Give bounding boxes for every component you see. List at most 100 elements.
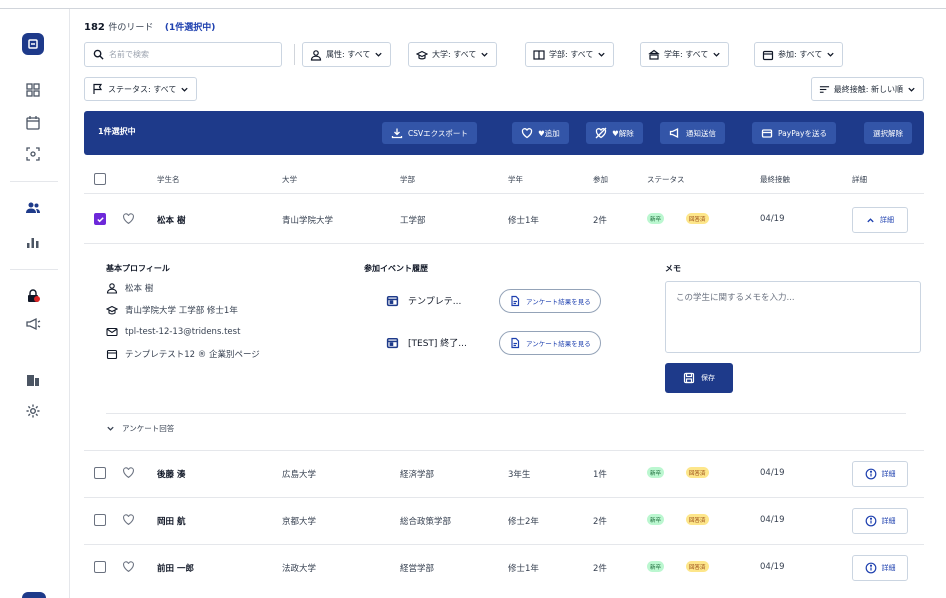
column-header[interactable]: 大学: [282, 174, 297, 185]
favorite-heart-icon[interactable]: [122, 212, 135, 225]
faculty-cell: 経営学部: [400, 564, 435, 574]
students-icon[interactable]: [24, 199, 42, 217]
chevron-down-icon: [598, 52, 606, 57]
favorite-add-button[interactable]: ♥追加: [512, 122, 569, 144]
event-name: テンプレテ...: [408, 297, 462, 307]
detail-collapse-button[interactable]: 詳細: [852, 207, 908, 233]
chevron-down-icon: [481, 52, 489, 57]
survey-result-button[interactable]: アンケート結果を見る: [499, 331, 601, 355]
row-checkbox[interactable]: [94, 213, 106, 225]
event-name: [TEST] 終了...: [408, 339, 467, 349]
table-row[interactable]: 前田 一郎 法政大学 経営学部 修士1年 2件 新卒 回答済 04/19 詳細: [84, 545, 924, 591]
year-cell: 修士1年: [508, 216, 539, 226]
survey-answers-toggle[interactable]: アンケート回答: [106, 423, 174, 434]
scan-icon[interactable]: [24, 145, 42, 163]
profile-email: tpl-test-12-13@tridens.test: [106, 326, 240, 338]
filter-grade[interactable]: 学年: すべて: [640, 42, 730, 67]
table-row[interactable]: 後藤 湊 広島大学 経済学部 3年生 1件 新卒 回答済 04/19 詳細: [84, 451, 924, 497]
detail-label: 詳細: [881, 564, 896, 572]
table-row[interactable]: 岡田 航 京都大学 総合政策学部 修士2年 2件 新卒 回答済 04/19 詳細: [84, 498, 924, 544]
save-memo-button[interactable]: 保存: [665, 363, 733, 393]
settings-gear-icon[interactable]: [24, 402, 42, 420]
user-avatar[interactable]: [22, 592, 46, 598]
column-header[interactable]: ステータス: [647, 174, 685, 185]
lead-count: 182: [84, 22, 105, 33]
chevron-down-icon: [181, 87, 189, 92]
column-header[interactable]: 学部: [400, 174, 415, 185]
main-content: 182 件のリード (1件選択中) 名前で検索 属性: すべて 大学: すべて …: [70, 9, 946, 598]
faculty-cell: 工学部: [400, 216, 426, 226]
filter-university[interactable]: 大学: すべて: [408, 42, 498, 67]
filter-label: 参加: すべて: [778, 50, 823, 59]
row-checkbox[interactable]: [94, 467, 106, 479]
table-row[interactable]: 松本 樹 青山学院大学 工学部 修士1年 2件 新卒 回答済 04/19 詳細: [84, 197, 924, 243]
filter-status[interactable]: ステータス: すべて: [84, 77, 198, 101]
student-detail-panel: 基本プロフィール 松本 樹 青山学院大学 工学部 修士1年 tpl-test-1…: [84, 245, 924, 459]
favorite-heart-icon[interactable]: [122, 466, 135, 479]
survey-result-button[interactable]: アンケート結果を見る: [499, 289, 601, 313]
status-badge: 新卒: [647, 467, 665, 478]
dashboard-icon[interactable]: [24, 81, 42, 99]
university-cell: 広島大学: [282, 470, 317, 480]
row-checkbox[interactable]: [94, 514, 106, 526]
filter-faculty[interactable]: 学部: すべて: [525, 42, 615, 67]
detail-button[interactable]: 詳細: [852, 508, 908, 534]
status-badge: 回答済: [686, 514, 709, 525]
analytics-icon[interactable]: [24, 233, 42, 251]
survey-button-label: アンケート結果を見る: [526, 340, 591, 348]
filter-label: ステータス: すべて: [108, 84, 177, 94]
student-name[interactable]: 後藤 湊: [157, 468, 185, 480]
filter-label: 学年: すべて: [664, 50, 709, 59]
info-icon: [865, 562, 876, 574]
detail-button[interactable]: 詳細: [852, 555, 908, 581]
student-name[interactable]: 岡田 航: [157, 515, 185, 527]
bulk-action-bar: 1件選択中 CSVエクスポート ♥追加 ♥解除 通知送信 PayPayを送る 選…: [84, 111, 924, 155]
user-icon: [310, 49, 322, 61]
search-input[interactable]: 名前で検索: [84, 42, 282, 67]
graduation-cap-icon: [106, 305, 118, 315]
column-header[interactable]: 学生名: [157, 174, 180, 185]
building-icon[interactable]: [24, 371, 42, 389]
student-name[interactable]: 前田 一郎: [157, 562, 194, 574]
megaphone-icon[interactable]: [24, 315, 42, 333]
chevron-down-icon: [107, 426, 114, 431]
memo-textarea[interactable]: この学生に関するメモを入力...: [665, 281, 921, 353]
profile-title: 基本プロフィール: [106, 264, 170, 273]
save-icon: [683, 372, 695, 384]
filter-participation[interactable]: 参加: すべて: [754, 42, 844, 67]
survey-toggle-label: アンケート回答: [122, 424, 175, 433]
save-label: 保存: [701, 374, 715, 382]
calendar-icon: [762, 50, 774, 60]
info-icon: [865, 515, 876, 527]
send-notification-button[interactable]: 通知送信: [660, 122, 725, 144]
column-header[interactable]: 学年: [508, 174, 523, 185]
sidebar: [0, 9, 70, 598]
student-name[interactable]: 松本 樹: [157, 214, 185, 226]
csv-export-button[interactable]: CSVエクスポート: [382, 122, 477, 144]
calendar-icon[interactable]: [24, 114, 42, 132]
year-cell: 修士2年: [508, 517, 539, 527]
profile-email-text[interactable]: tpl-test-12-13@tridens.test: [125, 327, 240, 337]
column-header[interactable]: 参加: [593, 174, 608, 185]
faculty-cell: 総合政策学部: [400, 517, 452, 527]
detail-label: 詳細: [881, 470, 896, 478]
row-checkbox[interactable]: [94, 561, 106, 573]
favorite-heart-icon[interactable]: [122, 560, 135, 573]
favorite-remove-button[interactable]: ♥解除: [586, 122, 643, 144]
events-cell: 2件: [593, 564, 607, 574]
select-all-checkbox[interactable]: [94, 173, 106, 185]
sort-select[interactable]: 最終接触: 新しい順: [810, 77, 924, 101]
year-cell: 修士1年: [508, 564, 539, 574]
filter-attribute[interactable]: 属性: すべて: [302, 42, 392, 67]
row-divider: [84, 243, 924, 244]
clear-selection-button[interactable]: 選択解除: [864, 122, 912, 144]
detail-label: 詳細: [881, 517, 896, 525]
app-logo[interactable]: [22, 33, 44, 55]
detail-button[interactable]: 詳細: [852, 461, 908, 487]
send-paypay-button[interactable]: PayPayを送る: [752, 122, 836, 144]
column-header[interactable]: 最終接触: [760, 174, 790, 185]
lock-alert-icon[interactable]: [24, 287, 42, 305]
university-cell: 法政大学: [282, 564, 317, 574]
favorite-heart-icon[interactable]: [122, 513, 135, 526]
column-header[interactable]: 詳細: [852, 174, 867, 185]
